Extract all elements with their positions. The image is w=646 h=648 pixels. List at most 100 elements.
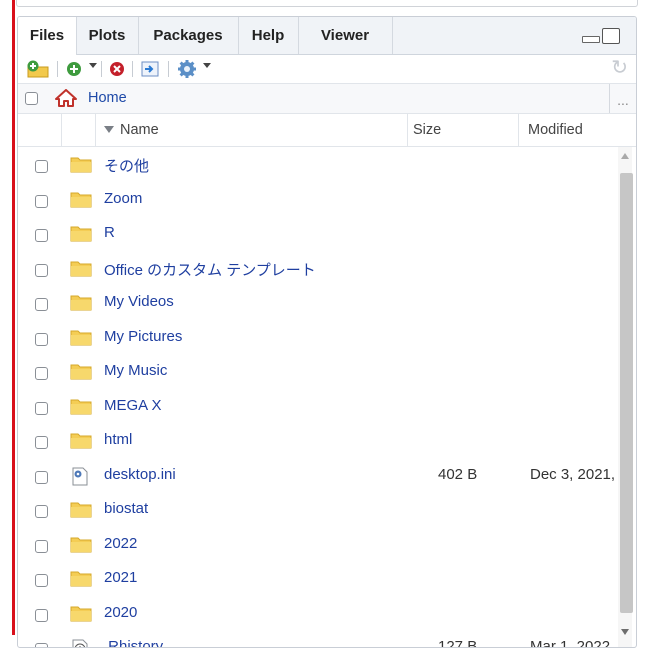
column-divider — [95, 114, 96, 146]
file-row-checkbox[interactable] — [35, 401, 48, 415]
more-dropdown-caret[interactable] — [203, 63, 211, 68]
tab-help[interactable]: Help — [238, 17, 299, 54]
path-more-button[interactable]: ... — [609, 84, 636, 113]
scroll-up-arrow-icon[interactable] — [621, 153, 629, 159]
home-icon[interactable] — [55, 89, 77, 111]
column-divider — [407, 114, 408, 146]
file-row-checkbox[interactable] — [35, 643, 48, 647]
file-row[interactable]: html — [18, 423, 608, 457]
folder-icon — [70, 570, 92, 591]
folder-icon — [70, 191, 92, 212]
folder-icon — [70, 605, 92, 626]
more-gear-icon[interactable] — [176, 59, 198, 79]
tab-viewer[interactable]: Viewer — [298, 17, 393, 54]
file-modified: Dec 3, 2021, — [530, 465, 616, 483]
file-name-link[interactable]: 2022 — [104, 535, 137, 552]
file-row[interactable]: biostat — [18, 492, 608, 526]
refresh-icon[interactable]: ↻ — [611, 58, 628, 78]
folder-icon — [70, 398, 92, 419]
file-row-checkbox[interactable] — [35, 367, 48, 380]
column-header-modified[interactable]: Modified — [528, 114, 583, 146]
history-file-icon — [70, 639, 90, 647]
file-name-link[interactable]: desktop.ini — [104, 466, 176, 483]
folder-icon — [70, 363, 92, 384]
file-name-link[interactable]: その他 — [104, 155, 149, 176]
tab-packages[interactable]: Packages — [138, 17, 239, 54]
scrollbar-thumb[interactable] — [620, 173, 633, 613]
file-row[interactable]: My Music — [18, 354, 608, 388]
file-row-checkbox[interactable] — [35, 160, 48, 173]
rename-icon[interactable] — [140, 59, 160, 79]
tab-files[interactable]: Files — [18, 17, 77, 55]
file-row[interactable]: Zoom — [18, 182, 608, 216]
delete-icon[interactable] — [108, 59, 126, 79]
toolbar-separator — [132, 61, 133, 77]
toolbar-separator — [168, 61, 169, 77]
file-list: その他 Zoom R Office のカスタム テンプレート My Videos My P… — [18, 147, 636, 647]
new-folder-icon[interactable] — [26, 59, 52, 79]
file-row-checkbox[interactable] — [35, 608, 48, 622]
settings-file-icon — [70, 467, 90, 490]
sort-descending-icon — [104, 126, 114, 133]
folder-icon — [70, 536, 92, 557]
file-row-checkbox[interactable] — [35, 194, 48, 208]
minimize-pane-button[interactable] — [582, 36, 600, 43]
file-size: 127 B — [438, 638, 478, 648]
column-divider — [61, 114, 62, 146]
file-size: 402 B — [438, 465, 478, 483]
file-list-scrollbar[interactable] — [618, 147, 633, 647]
file-row[interactable]: .Rhistory 127 B Mar 1, 2022 — [18, 630, 610, 648]
file-row[interactable]: MEGA X — [18, 389, 608, 423]
scroll-down-arrow-icon[interactable] — [621, 629, 629, 635]
file-row[interactable]: 2020 — [18, 596, 608, 630]
file-row-checkbox[interactable] — [35, 505, 48, 518]
folder-icon — [70, 329, 92, 350]
file-name-link[interactable]: biostat — [104, 500, 148, 517]
file-row-checkbox[interactable] — [35, 574, 48, 587]
file-row-checkbox[interactable] — [35, 436, 48, 449]
file-row[interactable]: その他 — [18, 147, 608, 181]
file-name-link[interactable]: .Rhistory — [104, 638, 163, 647]
new-blank-file-icon[interactable] — [65, 59, 83, 79]
file-name-link[interactable]: MEGA X — [104, 397, 162, 414]
new-file-dropdown-caret[interactable] — [89, 63, 97, 68]
file-row[interactable]: My Pictures — [18, 320, 608, 354]
file-row[interactable]: My Videos — [18, 285, 608, 319]
file-row-checkbox[interactable] — [35, 229, 48, 242]
folder-icon — [70, 260, 92, 281]
file-row-checkbox[interactable] — [35, 263, 48, 277]
column-header-name[interactable]: Name — [104, 114, 159, 146]
column-header-size[interactable]: Size — [413, 114, 441, 146]
toolbar-separator — [101, 61, 102, 77]
folder-icon — [70, 501, 92, 522]
file-modified: Mar 1, 2022 — [530, 638, 611, 648]
file-name-link[interactable]: My Pictures — [104, 328, 182, 345]
file-name-link[interactable]: html — [104, 431, 132, 448]
folder-icon — [70, 225, 92, 246]
file-name-link[interactable]: 2020 — [104, 604, 137, 621]
breadcrumb-home[interactable]: Home — [88, 90, 127, 106]
red-highlight-border — [12, 0, 15, 635]
file-name-link[interactable]: R — [104, 224, 115, 241]
file-name-link[interactable]: My Music — [104, 362, 167, 379]
file-list-header: Name Size Modified — [18, 114, 636, 147]
file-row[interactable]: 2021 — [18, 561, 608, 595]
file-name-link[interactable]: Office のカスタム テンプレート — [104, 259, 316, 280]
file-name-link[interactable]: My Videos — [104, 293, 174, 310]
file-row-checkbox[interactable] — [35, 470, 48, 484]
window-controls — [582, 28, 622, 44]
file-name-link[interactable]: Zoom — [104, 190, 142, 207]
file-row[interactable]: 2022 — [18, 527, 608, 561]
file-row-checkbox[interactable] — [35, 298, 48, 311]
select-all-checkbox[interactable] — [25, 92, 38, 105]
file-row-checkbox[interactable] — [35, 539, 48, 553]
file-row-checkbox[interactable] — [35, 332, 48, 346]
folder-icon — [70, 432, 92, 453]
tab-plots[interactable]: Plots — [76, 17, 139, 54]
file-name-link[interactable]: 2021 — [104, 569, 137, 586]
file-row[interactable]: desktop.ini 402 B Dec 3, 2021, — [18, 458, 615, 492]
file-row[interactable]: Office のカスタム テンプレート — [18, 251, 608, 285]
maximize-pane-button[interactable] — [602, 28, 620, 44]
path-bar: Home ... — [18, 84, 636, 114]
file-row[interactable]: R — [18, 216, 608, 250]
